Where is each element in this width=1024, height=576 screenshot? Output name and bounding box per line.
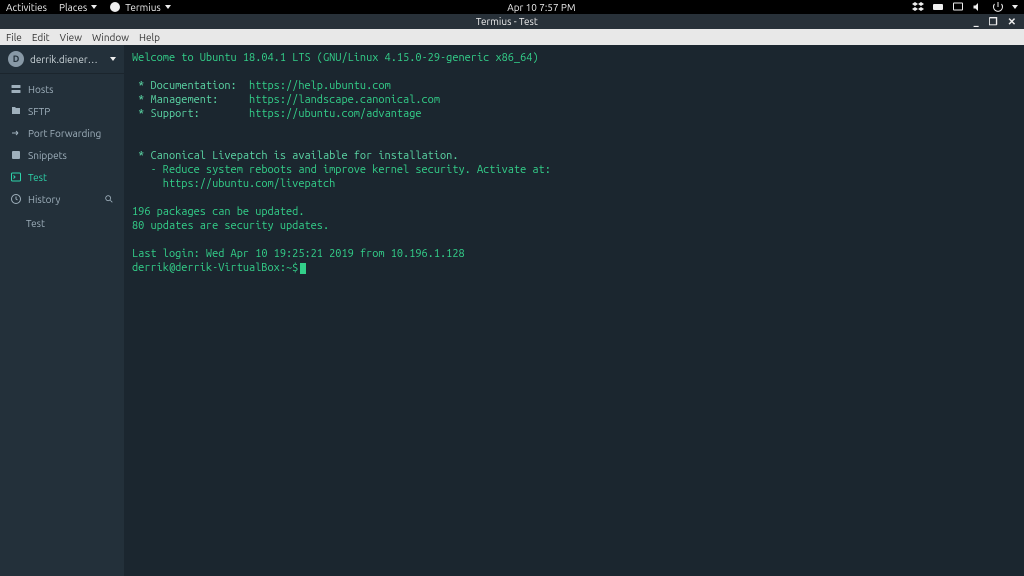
terminal-pane[interactable]: Welcome to Ubuntu 18.04.1 LTS (GNU/Linux…	[124, 45, 1024, 576]
terminal-icon	[10, 171, 22, 183]
snippets-icon	[10, 149, 22, 161]
motd-mgmt-label: * Management:	[132, 94, 249, 106]
close-button[interactable]: ✕	[1008, 16, 1016, 28]
keyboard-icon[interactable]	[932, 1, 944, 13]
motd-sup-label: * Support:	[132, 108, 249, 120]
window-titlebar: Termius - Test _ ❐ ✕	[0, 14, 1024, 29]
menu-file[interactable]: File	[6, 32, 22, 43]
menu-view[interactable]: View	[60, 32, 82, 43]
last-login-line: Last login: Wed Apr 10 19:25:21 2019 fro…	[132, 248, 465, 260]
sidebar-item-label: Test	[28, 172, 47, 183]
activities-button[interactable]: Activities	[6, 2, 47, 13]
hosts-icon	[10, 83, 22, 95]
sidebar-item-snippets[interactable]: Snippets	[0, 144, 124, 166]
chevron-down-icon[interactable]	[1012, 5, 1018, 9]
search-icon[interactable]	[104, 194, 114, 204]
motd-welcome: Welcome to Ubuntu 18.04.1 LTS (GNU/Linux…	[132, 52, 539, 64]
sidebar-item-history[interactable]: History	[0, 188, 124, 210]
account-switcher[interactable]: D derrik.diener@gmail.com	[0, 45, 124, 74]
motd-livepatch-3: https://ubuntu.com/livepatch	[132, 178, 335, 190]
shell-prompt: derrik@derrik-VirtualBox:~$	[132, 262, 298, 274]
maximize-button[interactable]: ❐	[989, 16, 998, 28]
minimize-button[interactable]: _	[974, 16, 979, 27]
power-icon[interactable]	[992, 1, 1004, 13]
sidebar-item-hosts[interactable]: Hosts	[0, 78, 124, 100]
motd-sec-updates: 80 updates are security updates.	[132, 220, 329, 232]
sidebar-item-test[interactable]: Test	[0, 166, 124, 188]
menu-help[interactable]: Help	[139, 32, 160, 43]
system-tray	[912, 1, 1018, 13]
motd-livepatch-1: * Canonical Livepatch is available for i…	[132, 150, 458, 162]
dropbox-icon[interactable]	[912, 1, 924, 13]
motd-livepatch-2: - Reduce system reboots and improve kern…	[132, 164, 551, 176]
sidebar-item-label: Hosts	[28, 84, 53, 95]
volume-icon[interactable]	[972, 1, 984, 13]
places-label: Places	[59, 2, 87, 13]
motd-sup-url: https://ubuntu.com/advantage	[249, 108, 421, 120]
motd-doc-label: * Documentation:	[132, 80, 249, 92]
clock[interactable]: Apr 10 7:57 PM	[171, 2, 912, 13]
history-icon	[10, 193, 22, 205]
places-menu[interactable]: Places	[59, 2, 97, 13]
termius-app-icon	[109, 1, 121, 13]
account-email: derrik.diener@gmail.com	[30, 54, 100, 65]
sidebar-item-label: Port Forwarding	[28, 128, 101, 139]
terminal-cursor	[300, 263, 306, 274]
sidebar-item-label: SFTP	[28, 106, 50, 117]
sidebar-item-port-forwarding[interactable]: Port Forwarding	[0, 122, 124, 144]
sidebar-item-label: Snippets	[28, 150, 67, 161]
avatar: D	[8, 51, 24, 67]
app-menubar: File Edit View Window Help	[0, 29, 1024, 45]
chevron-down-icon	[91, 5, 97, 9]
app-label: Termius	[125, 2, 161, 13]
port-forwarding-icon	[10, 127, 22, 139]
gnome-topbar: Activities Places Termius Apr 10 7:57 PM	[0, 0, 1024, 14]
window-title: Termius - Test	[40, 16, 974, 27]
motd-doc-url: https://help.ubuntu.com	[249, 80, 391, 92]
history-entry[interactable]: Test	[26, 214, 124, 233]
menu-edit[interactable]: Edit	[32, 32, 50, 43]
menu-window[interactable]: Window	[92, 32, 129, 43]
motd-mgmt-url: https://landscape.canonical.com	[249, 94, 440, 106]
sftp-icon	[10, 105, 22, 117]
screen-icon[interactable]	[952, 1, 964, 13]
sidebar-item-label: History	[28, 194, 60, 205]
app-menu[interactable]: Termius	[109, 1, 171, 13]
chevron-down-icon	[110, 57, 116, 61]
motd-pkg-updates: 196 packages can be updated.	[132, 206, 304, 218]
sidebar: D derrik.diener@gmail.com Hosts SFTP Por…	[0, 45, 124, 576]
sidebar-item-sftp[interactable]: SFTP	[0, 100, 124, 122]
